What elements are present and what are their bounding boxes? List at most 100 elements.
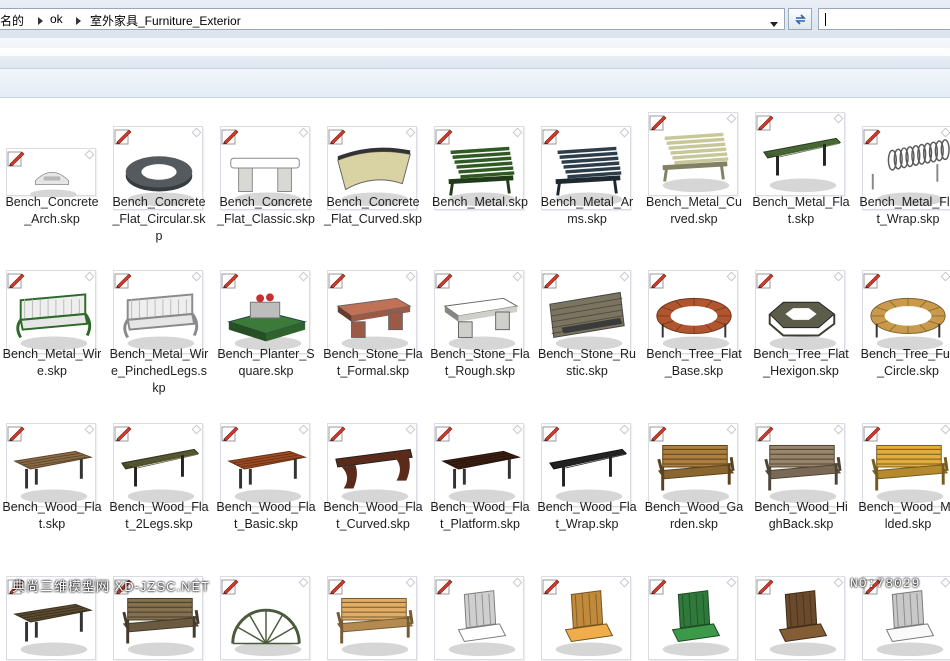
file-thumbnail[interactable] bbox=[862, 270, 950, 354]
file-name: Bench_Concrete_Arch.skp bbox=[5, 195, 99, 226]
sketchup-file-icon bbox=[863, 129, 881, 145]
file-thumbnail[interactable] bbox=[113, 270, 203, 354]
file-name: Bench_Metal_Curved.skp bbox=[646, 195, 742, 226]
sketchup-file-icon bbox=[435, 426, 453, 442]
file-thumbnail[interactable] bbox=[755, 112, 845, 196]
file-thumbnail[interactable] bbox=[755, 270, 845, 354]
sketchup-file-icon bbox=[221, 426, 239, 442]
file-name: Bench_Planter_Square.skp bbox=[217, 347, 315, 378]
column-header-band bbox=[0, 69, 950, 98]
sketchup-file-icon bbox=[328, 129, 346, 145]
file-name: Bench_Wood_Flat_Wrap.skp bbox=[537, 500, 637, 531]
sketchup-file-icon bbox=[756, 579, 774, 595]
file-thumbnail[interactable] bbox=[755, 423, 845, 507]
file-thumbnail[interactable] bbox=[755, 576, 845, 660]
sketchup-file-icon bbox=[756, 273, 774, 289]
file-thumbnail[interactable] bbox=[6, 423, 96, 507]
file-thumbnail[interactable] bbox=[6, 270, 96, 354]
breadcrumb-item[interactable]: ok bbox=[50, 12, 63, 26]
file-thumbnail[interactable] bbox=[220, 423, 310, 507]
sketchup-file-icon bbox=[114, 426, 132, 442]
sketchup-file-icon bbox=[435, 273, 453, 289]
file-name: Bench_Stone_Rustic.skp bbox=[538, 347, 636, 378]
file-thumbnail[interactable] bbox=[648, 576, 738, 660]
toolbar-gloss bbox=[0, 48, 950, 56]
file-name: Bench_Wood_Flat_2Legs.skp bbox=[109, 500, 209, 531]
file-thumbnail[interactable] bbox=[541, 576, 631, 660]
file-thumbnail[interactable] bbox=[220, 270, 310, 354]
file-grid: Bench_Concrete_Arch.skp Bench_Concrete_Fl… bbox=[0, 98, 950, 660]
file-thumbnail[interactable] bbox=[434, 423, 524, 507]
file-name: Bench_Wood_Flat_Platform.skp bbox=[430, 500, 530, 531]
sketchup-file-icon bbox=[756, 426, 774, 442]
sketchup-file-icon bbox=[7, 151, 25, 167]
sketchup-file-icon bbox=[756, 115, 774, 131]
file-name: Bench_Wood_Garden.skp bbox=[644, 500, 744, 531]
sketchup-file-icon bbox=[863, 426, 881, 442]
file-thumbnail[interactable] bbox=[6, 148, 96, 197]
file-thumbnail[interactable] bbox=[541, 423, 631, 507]
breadcrumb-item[interactable]: 名的 bbox=[0, 12, 24, 29]
file-name: Bench_Wood_Molded.skp bbox=[858, 500, 950, 531]
refresh-arrows-icon bbox=[795, 14, 806, 25]
sketchup-file-icon bbox=[542, 579, 560, 595]
sketchup-file-icon bbox=[114, 129, 132, 145]
file-thumbnail[interactable] bbox=[541, 270, 631, 354]
chevron-right-icon[interactable] bbox=[76, 17, 81, 25]
file-name: Bench_Tree_Flat_Hexigon.skp bbox=[753, 347, 849, 378]
file-thumbnail[interactable] bbox=[648, 112, 738, 196]
sketchup-file-icon bbox=[649, 579, 667, 595]
sketchup-file-icon bbox=[542, 273, 560, 289]
file-thumbnail[interactable] bbox=[220, 576, 310, 660]
file-thumbnail[interactable] bbox=[327, 423, 417, 507]
sketchup-file-icon bbox=[328, 273, 346, 289]
file-name: Bench_Stone_Flat_Formal.skp bbox=[323, 347, 423, 378]
sketchup-file-icon bbox=[863, 273, 881, 289]
file-name: Bench_Wood_Flat_Curved.skp bbox=[323, 500, 423, 531]
sketchup-file-icon bbox=[328, 579, 346, 595]
text-caret bbox=[825, 13, 826, 26]
file-name: Bench_Concrete_Flat_Classic.skp bbox=[217, 195, 315, 226]
sketchup-file-icon bbox=[7, 273, 25, 289]
file-name: Bench_Tree_Flat_Base.skp bbox=[646, 347, 742, 378]
sketchup-file-icon bbox=[542, 426, 560, 442]
sketchup-file-icon bbox=[435, 129, 453, 145]
sketchup-file-icon bbox=[649, 273, 667, 289]
file-thumbnail[interactable] bbox=[862, 423, 950, 507]
file-name: Bench_Metal_Flat_Wrap.skp bbox=[859, 195, 950, 226]
file-thumbnail[interactable] bbox=[113, 423, 203, 507]
file-thumbnail[interactable] bbox=[434, 270, 524, 354]
file-name: Bench_Tree_Full_Circle.skp bbox=[860, 347, 950, 378]
sketchup-file-icon bbox=[7, 426, 25, 442]
sketchup-file-icon bbox=[435, 579, 453, 595]
watermark-right: NO:78029 bbox=[850, 576, 921, 591]
file-name: Bench_Wood_Flat_Basic.skp bbox=[216, 500, 316, 531]
file-name: Bench_Wood_Flat.skp bbox=[2, 500, 102, 531]
sketchup-file-icon bbox=[649, 115, 667, 131]
file-name: Bench_Metal_Arms.skp bbox=[540, 195, 634, 226]
file-thumbnail[interactable] bbox=[434, 576, 524, 660]
file-name: Bench_Metal_Wire.skp bbox=[2, 347, 102, 378]
file-name: Bench_Metal.skp bbox=[432, 195, 528, 209]
watermark-left: 典尚三维模型网 XD-JZSC.NET bbox=[12, 579, 211, 594]
chevron-down-icon[interactable] bbox=[770, 22, 778, 27]
sketchup-file-icon bbox=[114, 273, 132, 289]
sketchup-file-icon bbox=[221, 129, 239, 145]
file-thumbnail[interactable] bbox=[327, 270, 417, 354]
sketchup-file-icon bbox=[328, 426, 346, 442]
search-input[interactable] bbox=[818, 8, 950, 30]
file-thumbnail[interactable] bbox=[648, 423, 738, 507]
file-name: Bench_Wood_HighBack.skp bbox=[754, 500, 848, 531]
refresh-button[interactable] bbox=[788, 8, 812, 30]
file-name: Bench_Concrete_Flat_Circular.skp bbox=[112, 195, 206, 243]
breadcrumb-item-current[interactable]: 室外家具_Furniture_Exterior bbox=[90, 12, 241, 29]
breadcrumb[interactable]: 名的 ok 室外家具_Furniture_Exterior bbox=[0, 8, 785, 30]
file-thumbnail[interactable] bbox=[648, 270, 738, 354]
file-thumbnail[interactable] bbox=[327, 576, 417, 660]
chevron-right-icon[interactable] bbox=[38, 17, 43, 25]
sketchup-file-icon bbox=[542, 129, 560, 145]
sketchup-file-icon bbox=[649, 426, 667, 442]
file-name: Bench_Concrete_Flat_Curved.skp bbox=[324, 195, 422, 226]
file-name: Bench_Metal_Flat.skp bbox=[752, 195, 850, 226]
sketchup-file-icon bbox=[221, 579, 239, 595]
